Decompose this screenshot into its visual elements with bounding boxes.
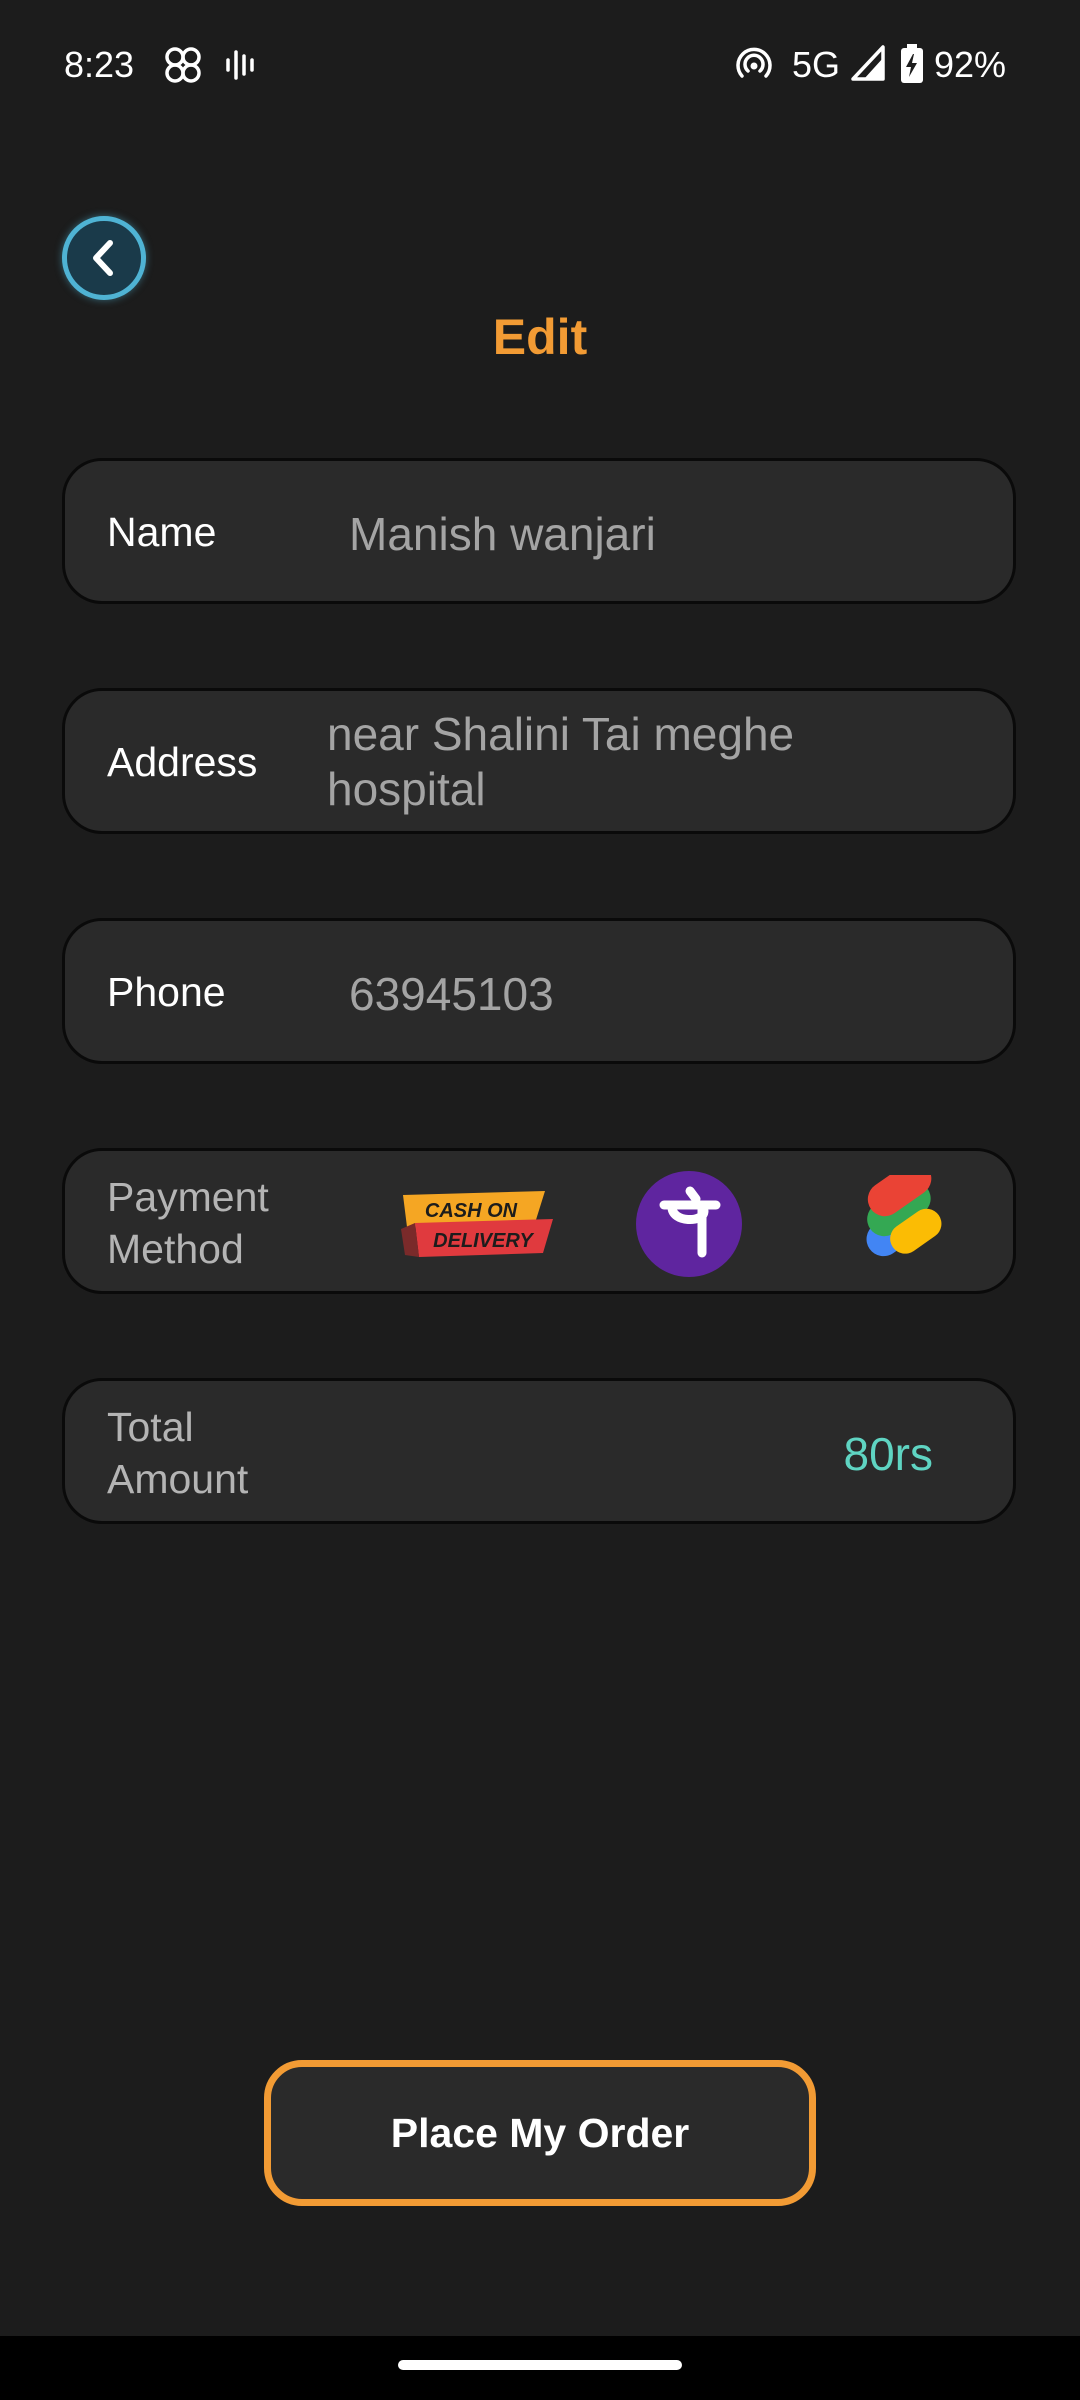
google-pay-logo[interactable] [853, 1161, 965, 1275]
phone-field[interactable]: 63945103 [349, 967, 554, 1021]
phonepe-logo[interactable] [636, 1171, 742, 1277]
battery-percent: 92% [934, 44, 1007, 85]
voice-waveform-icon [224, 44, 260, 84]
home-indicator[interactable] [398, 2360, 682, 2370]
signal-icon [850, 44, 886, 84]
payment-method-card: Payment Method CASH ON DELIVERY [62, 1148, 1016, 1294]
back-button[interactable] [62, 216, 146, 300]
page-title: Edit [492, 309, 588, 365]
cod-text-bottom: DELIVERY [433, 1230, 534, 1252]
total-amount-value: 80rs [843, 1428, 933, 1480]
pinwheel-icon [162, 44, 204, 84]
address-label: Address [107, 739, 258, 785]
address-card: Address near Shalini Tai meghe hospital [62, 688, 1016, 834]
address-field[interactable]: near Shalini Tai meghe hospital [327, 707, 794, 817]
cod-text-top: CASH ON [425, 1200, 518, 1222]
payment-method-label: Payment Method [107, 1171, 269, 1275]
payment-label-line-1: Payment [107, 1174, 269, 1220]
phone-label: Phone [107, 969, 226, 1015]
status-bar: 8:23 5G 92% [0, 0, 1080, 130]
order-edit-screen: 8:23 5G 92% Edit Name Manish wanjari Add… [0, 0, 1080, 2400]
chevron-left-icon [93, 240, 113, 276]
network-type: 5G [792, 44, 841, 85]
navigation-bar [0, 2336, 1080, 2400]
battery-charging-icon [900, 44, 924, 84]
hotspot-icon [734, 44, 774, 84]
phone-card: Phone 63945103 [62, 918, 1016, 1064]
address-line-1: near Shalini Tai meghe [327, 708, 795, 760]
name-card: Name Manish wanjari [62, 458, 1016, 604]
status-time: 8:23 [64, 44, 135, 85]
total-label-line-1: Total [107, 1404, 194, 1450]
total-amount-card: Total Amount 80rs [62, 1378, 1016, 1524]
payment-label-line-2: Method [107, 1226, 244, 1272]
cash-on-delivery-logo[interactable]: CASH ON DELIVERY [397, 1189, 557, 1259]
address-line-2: hospital [327, 763, 486, 815]
total-amount-label: Total Amount [107, 1401, 248, 1505]
total-label-line-2: Amount [107, 1456, 249, 1502]
place-order-button[interactable]: Place My Order [264, 2060, 816, 2206]
name-field[interactable]: Manish wanjari [349, 507, 656, 561]
name-label: Name [107, 509, 217, 555]
